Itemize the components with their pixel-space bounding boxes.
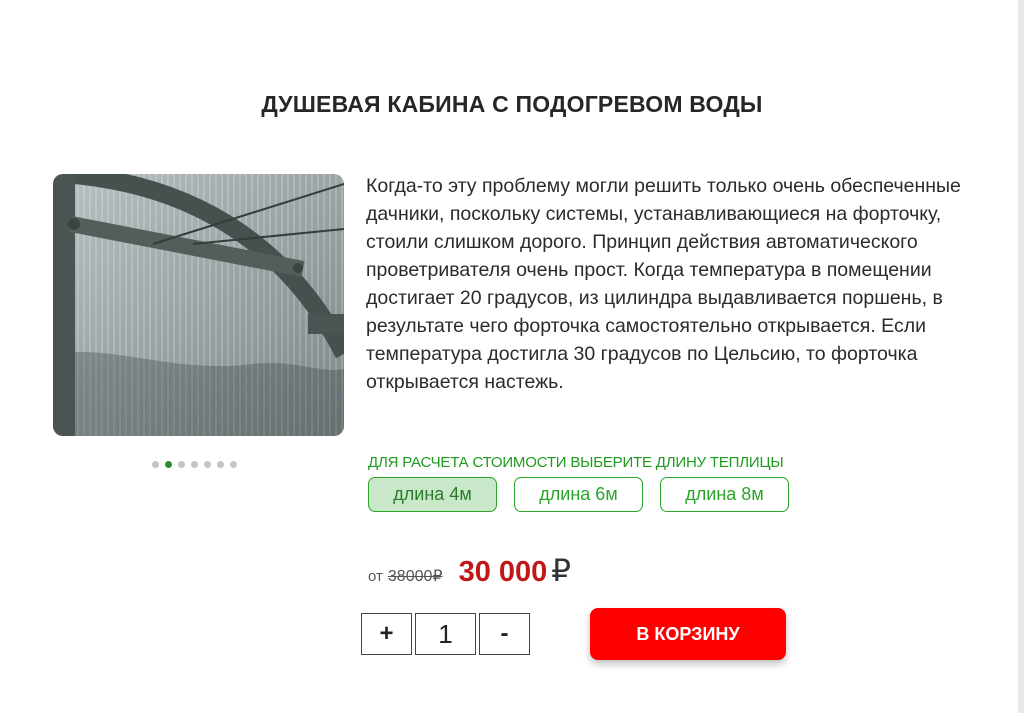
length-hint: ДЛЯ РАСЧЕТА СТОИМОСТИ ВЫБЕРИТЕ ДЛИНУ ТЕП… <box>368 454 784 471</box>
length-option-4m[interactable]: длина 4м <box>368 477 497 512</box>
gallery-dot[interactable] <box>230 461 237 468</box>
length-options: длина 4м длина 6м длина 8м <box>368 477 789 512</box>
gallery-dot[interactable] <box>152 461 159 468</box>
quantity-stepper: + 1 - <box>361 613 530 655</box>
old-price: 38000₽ <box>387 568 443 585</box>
length-option-6m[interactable]: длина 6м <box>514 477 643 512</box>
gallery-dot[interactable] <box>178 461 185 468</box>
quantity-value[interactable]: 1 <box>415 613 476 655</box>
page-title: ДУШЕВАЯ КАБИНА С ПОДОГРЕВОМ ВОДЫ <box>261 91 763 117</box>
quantity-minus-button[interactable]: - <box>479 613 530 655</box>
gallery-dot[interactable] <box>191 461 198 468</box>
price-block: от 38000₽ 30 000 ₽ <box>368 553 571 589</box>
length-option-8m[interactable]: длина 8м <box>660 477 789 512</box>
product-description: Когда-то эту проблему могли решить тольк… <box>366 175 961 393</box>
gallery-dots <box>152 461 237 468</box>
gallery-dot[interactable] <box>204 461 211 468</box>
greenhouse-vent-image <box>53 174 344 436</box>
quantity-plus-button[interactable]: + <box>361 613 412 655</box>
currency-sign: ₽ <box>551 553 571 588</box>
add-to-cart-button[interactable]: В КОРЗИНУ <box>590 608 786 660</box>
gallery-dot[interactable] <box>165 461 172 468</box>
current-price: 30 000 <box>458 556 548 588</box>
gallery-dot[interactable] <box>217 461 224 468</box>
product-photo[interactable] <box>53 174 344 436</box>
price-from-label: от <box>368 568 383 585</box>
